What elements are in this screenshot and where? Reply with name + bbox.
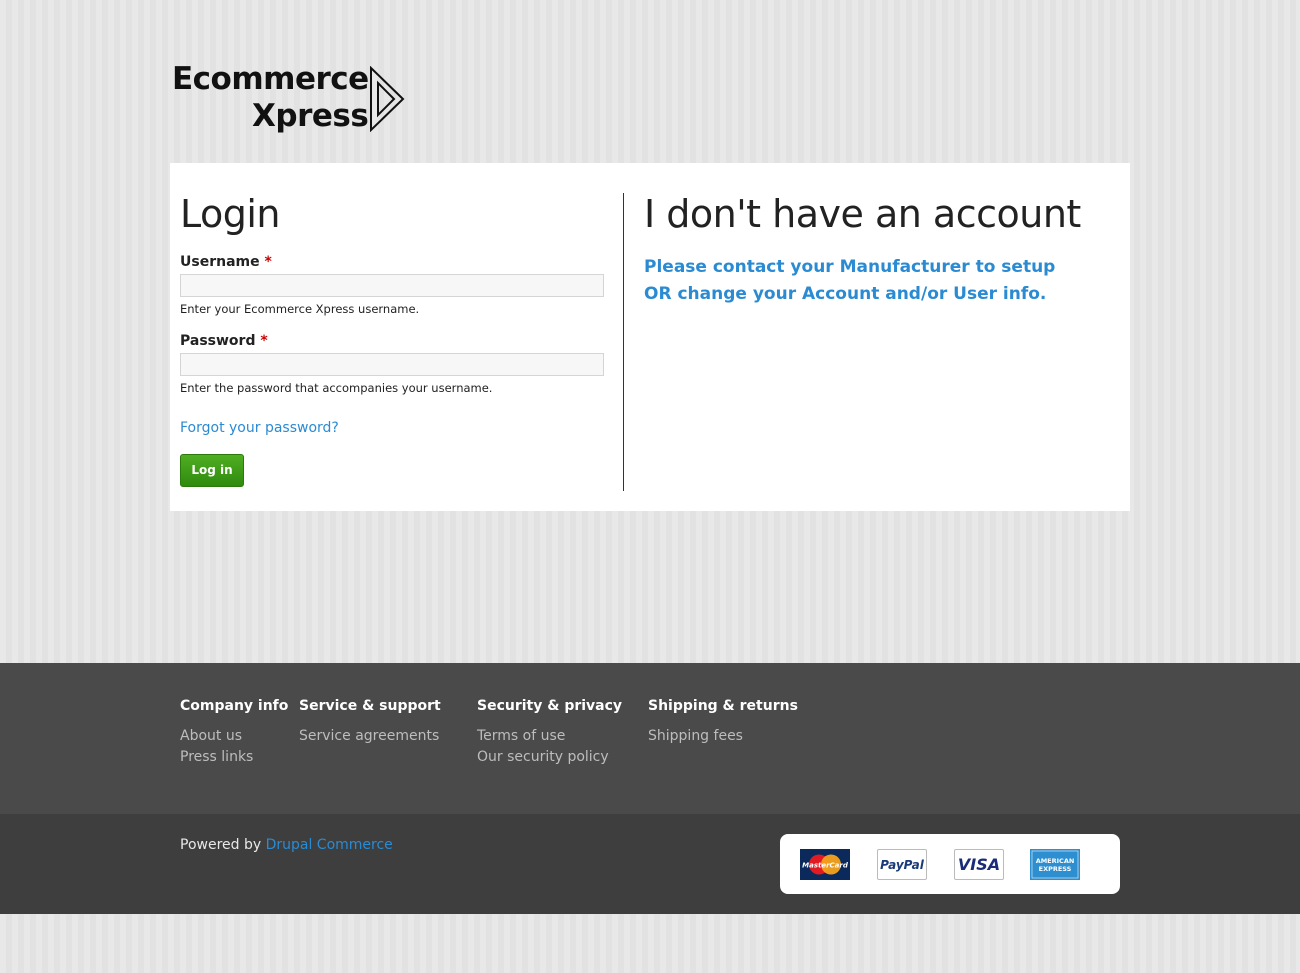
required-marker: *: [264, 254, 272, 270]
password-label-text: Password: [180, 333, 256, 349]
visa-label: VISA: [957, 855, 1001, 874]
amex-icon: AMERICAN EXPRESS: [1030, 849, 1080, 880]
paypal-label: PayPal: [880, 857, 924, 872]
footer-link-security-policy[interactable]: Our security policy: [477, 747, 622, 768]
site-logo[interactable]: Ecommerce Xpress: [172, 60, 412, 136]
payment-methods: MasterCard PayPal VISA AMERICAN EXPRESS: [780, 834, 1120, 894]
no-account-title: I don't have an account: [644, 192, 1081, 236]
login-title: Login: [180, 192, 281, 236]
password-label: Password *: [180, 332, 604, 350]
password-help: Enter the password that accompanies your…: [180, 381, 493, 395]
column-divider: [623, 193, 624, 491]
logo-text-line2: Xpress: [252, 98, 369, 134]
username-label: Username *: [180, 253, 604, 271]
footer-bottom-bar: Powered by Drupal Commerce MasterCard Pa…: [0, 814, 1300, 914]
username-label-text: Username: [180, 254, 260, 270]
footer-link-terms-of-use[interactable]: Terms of use: [477, 726, 622, 747]
footer-column-shipping: Shipping & returns Shipping fees: [648, 697, 798, 747]
footer-heading: Security & privacy: [477, 698, 623, 714]
no-account-section: I don't have an account Please contact y…: [644, 191, 1104, 308]
drupal-commerce-link[interactable]: Drupal Commerce: [266, 837, 393, 853]
footer-heading: Shipping & returns: [648, 698, 798, 714]
footer-column-security: Security & privacy Terms of use Our secu…: [477, 697, 622, 768]
paypal-icon: PayPal: [877, 849, 927, 880]
logo-text-line1: Ecommerce: [172, 61, 369, 97]
mastercard-logo: MasterCard: [800, 849, 850, 880]
password-input[interactable]: [180, 353, 604, 376]
mastercard-icon: MasterCard: [800, 849, 850, 880]
footer-heading: Service & support: [299, 698, 441, 714]
mastercard-label: MasterCard: [802, 862, 849, 870]
forgot-password-link[interactable]: Forgot your password?: [180, 419, 604, 437]
login-form: Login Username * Enter your Ecommerce Xp…: [180, 191, 604, 487]
required-marker: *: [260, 333, 268, 349]
login-panel: Login Username * Enter your Ecommerce Xp…: [170, 163, 1130, 511]
footer-links: Company info About us Press links Servic…: [0, 663, 1300, 814]
footer-column-service: Service & support Service agreements: [299, 697, 441, 747]
amex-logo: AMERICAN EXPRESS: [1030, 849, 1080, 880]
login-button[interactable]: Log in: [180, 454, 244, 487]
amex-label: AMERICAN EXPRESS: [1036, 857, 1075, 873]
footer-link-press-links[interactable]: Press links: [180, 747, 288, 768]
logo-play-arrow-icon: [370, 66, 405, 132]
footer-heading: Company info: [180, 698, 289, 714]
powered-by: Powered by Drupal Commerce: [180, 836, 393, 854]
powered-by-text: Powered by: [180, 837, 266, 853]
username-help: Enter your Ecommerce Xpress username.: [180, 302, 420, 316]
username-input[interactable]: [180, 274, 604, 297]
footer-link-shipping-fees[interactable]: Shipping fees: [648, 726, 798, 747]
visa-icon: VISA: [954, 849, 1004, 880]
footer-link-service-agreements[interactable]: Service agreements: [299, 726, 441, 747]
footer-link-about-us[interactable]: About us: [180, 726, 288, 747]
contact-message: Please contact your Manufacturer to setu…: [644, 257, 1056, 304]
footer-column-company: Company info About us Press links: [180, 697, 288, 768]
